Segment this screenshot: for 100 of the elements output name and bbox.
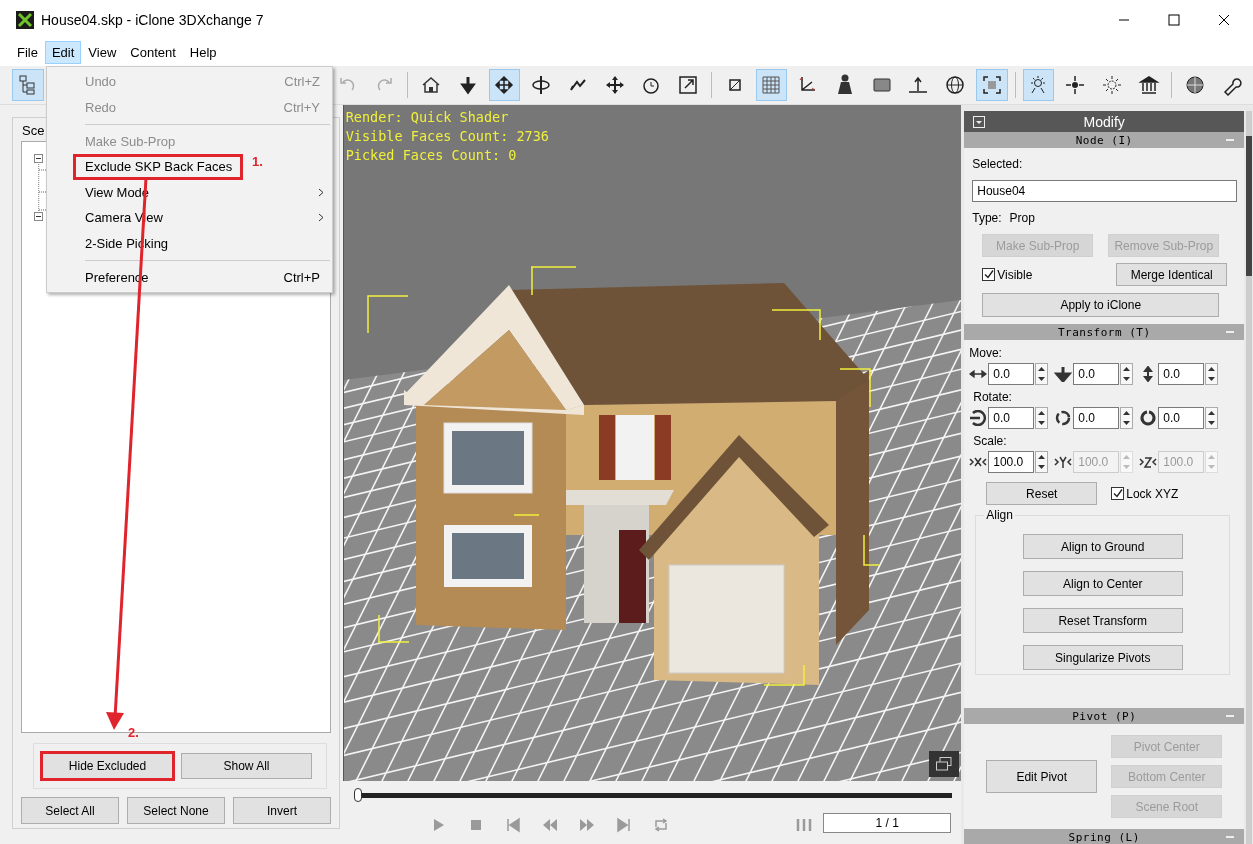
- number-field[interactable]: 100.0: [988, 451, 1035, 473]
- focus-button[interactable]: [975, 69, 1008, 101]
- timeline-thumb[interactable]: [353, 788, 362, 802]
- loop-icon: [652, 817, 669, 833]
- viewport-info-text: Render: Quick Shader: [345, 108, 510, 127]
- checkbox[interactable]: [982, 268, 996, 281]
- checkbox-label: Visible: [997, 267, 1033, 282]
- section-title: Node (I): [1075, 133, 1133, 147]
- dropdown-icon[interactable]: [973, 116, 986, 128]
- menu-item[interactable]: Edit: [44, 40, 82, 64]
- align-button[interactable]: Align to Ground: [1022, 534, 1183, 559]
- align-button[interactable]: Reset Transform: [1022, 608, 1183, 633]
- align-button[interactable]: Singularize Pivots: [1022, 645, 1183, 670]
- apply-button[interactable]: Apply to iClone: [982, 293, 1220, 317]
- down-arrow-icon: [1054, 366, 1073, 382]
- spin-buttons[interactable]: [1035, 451, 1049, 473]
- window-title: House04.skp - iClone 3DXchange 7: [41, 12, 265, 28]
- menu-item[interactable]: Help: [182, 40, 224, 64]
- spin-buttons[interactable]: [1205, 363, 1219, 385]
- menu-item[interactable]: Content: [123, 40, 183, 64]
- viewport-info-text: Visible Faces Count: 2736: [345, 127, 549, 146]
- number-field[interactable]: 0.0: [1073, 363, 1120, 385]
- scrollbar[interactable]: [1246, 111, 1253, 844]
- number-field[interactable]: 0.0: [988, 407, 1035, 429]
- rotate-x-icon: [969, 410, 988, 426]
- minimize-icon: [1118, 19, 1130, 21]
- shortcut-label: Ctrl+P: [283, 269, 320, 285]
- collapse-icon[interactable]: [34, 154, 43, 163]
- selection-button[interactable]: Invert: [233, 797, 331, 824]
- checkbox-label: Lock XYZ: [1126, 486, 1179, 501]
- field-label: Scale:: [973, 434, 1008, 448]
- rotate-icon: [530, 74, 553, 96]
- grid-button[interactable]: [755, 69, 788, 101]
- section-title: Transform (T): [1057, 325, 1151, 339]
- ground-icon: [907, 74, 930, 96]
- field-label: Rotate:: [973, 390, 1013, 404]
- tree-lines-icon: [38, 162, 49, 211]
- section-header[interactable]: Pivot (P): [964, 708, 1245, 724]
- step-label: 2.: [128, 725, 139, 740]
- rewind-icon: [541, 817, 558, 833]
- maximize-icon: [1168, 14, 1180, 26]
- rotate-y-icon: [1054, 410, 1073, 426]
- building-icon: [1137, 74, 1160, 96]
- group-label: Align: [984, 508, 1015, 522]
- field-label: Selected:: [972, 157, 1024, 171]
- scale-icon: [677, 74, 700, 96]
- step-label: 1.: [252, 154, 263, 169]
- bars-icon: [795, 818, 814, 832]
- scale-z-icon: [1139, 454, 1158, 470]
- menu-item[interactable]: View: [81, 40, 124, 64]
- show-all-button[interactable]: Show All: [181, 753, 312, 779]
- windows-icon: [936, 757, 953, 771]
- number-field[interactable]: 0.0: [1158, 407, 1205, 429]
- panel-title: Modify: [1083, 113, 1125, 130]
- menu-item[interactable]: File: [10, 40, 45, 64]
- grid-icon: [760, 74, 783, 96]
- number-field[interactable]: 0.0: [988, 363, 1035, 385]
- section-header[interactable]: Node (I): [964, 132, 1245, 148]
- shortcut-label: Ctrl+Y: [283, 99, 320, 115]
- align-button[interactable]: Align to Center: [1022, 571, 1183, 596]
- restore-view-button[interactable]: [929, 751, 960, 777]
- section-header[interactable]: Transform (T): [964, 324, 1245, 340]
- selection-button[interactable]: Select None: [127, 797, 225, 824]
- section-title: Spring (L): [1068, 830, 1140, 844]
- hide-excluded-button[interactable]: Hide Excluded: [42, 753, 173, 779]
- spin-buttons[interactable]: [1120, 407, 1134, 429]
- edit-pivot-button[interactable]: Edit Pivot: [986, 760, 1098, 793]
- scale-y-icon: [1054, 454, 1073, 470]
- selected-field[interactable]: House04: [972, 180, 1238, 202]
- spin-buttons[interactable]: [1205, 407, 1219, 429]
- collapse-icon[interactable]: [34, 212, 43, 221]
- scene-tree-button[interactable]: [12, 69, 44, 101]
- sphere-icon: [1184, 74, 1207, 96]
- merge-identical-button[interactable]: Merge Identical: [1116, 263, 1228, 286]
- number-field[interactable]: 0.0: [1073, 407, 1120, 429]
- light-button[interactable]: [1022, 69, 1055, 101]
- viewport-info-text: Picked Faces Count: 0: [345, 146, 518, 165]
- checkbox[interactable]: [1111, 487, 1125, 500]
- fast-forward-icon: [578, 817, 595, 833]
- spin-buttons[interactable]: [1035, 363, 1049, 385]
- app-logo-icon: [16, 11, 34, 29]
- frame-field[interactable]: 1 / 1: [823, 813, 952, 833]
- section-header[interactable]: Spring (L): [964, 829, 1245, 844]
- focus-icon: [980, 74, 1003, 96]
- move-arrows-button[interactable]: [488, 69, 521, 101]
- spin-buttons[interactable]: [1035, 407, 1049, 429]
- sun-icon: [1100, 74, 1123, 96]
- last-frame-icon: [615, 817, 632, 833]
- field-label: Move:: [969, 346, 1003, 360]
- home-icon: [420, 74, 442, 96]
- globe-icon: [944, 74, 967, 96]
- type-value: Prop: [1009, 211, 1035, 225]
- section-title: Pivot (P): [1072, 709, 1137, 723]
- reset-button[interactable]: Reset: [986, 482, 1098, 505]
- menu-item[interactable]: Exclude SKP Back Faces: [73, 154, 243, 180]
- spin-buttons[interactable]: [1120, 363, 1134, 385]
- group-label: Sce: [21, 122, 46, 140]
- field-label: Type:: [972, 211, 1002, 225]
- number-field[interactable]: 0.0: [1158, 363, 1205, 385]
- selection-button[interactable]: Select All: [21, 797, 119, 824]
